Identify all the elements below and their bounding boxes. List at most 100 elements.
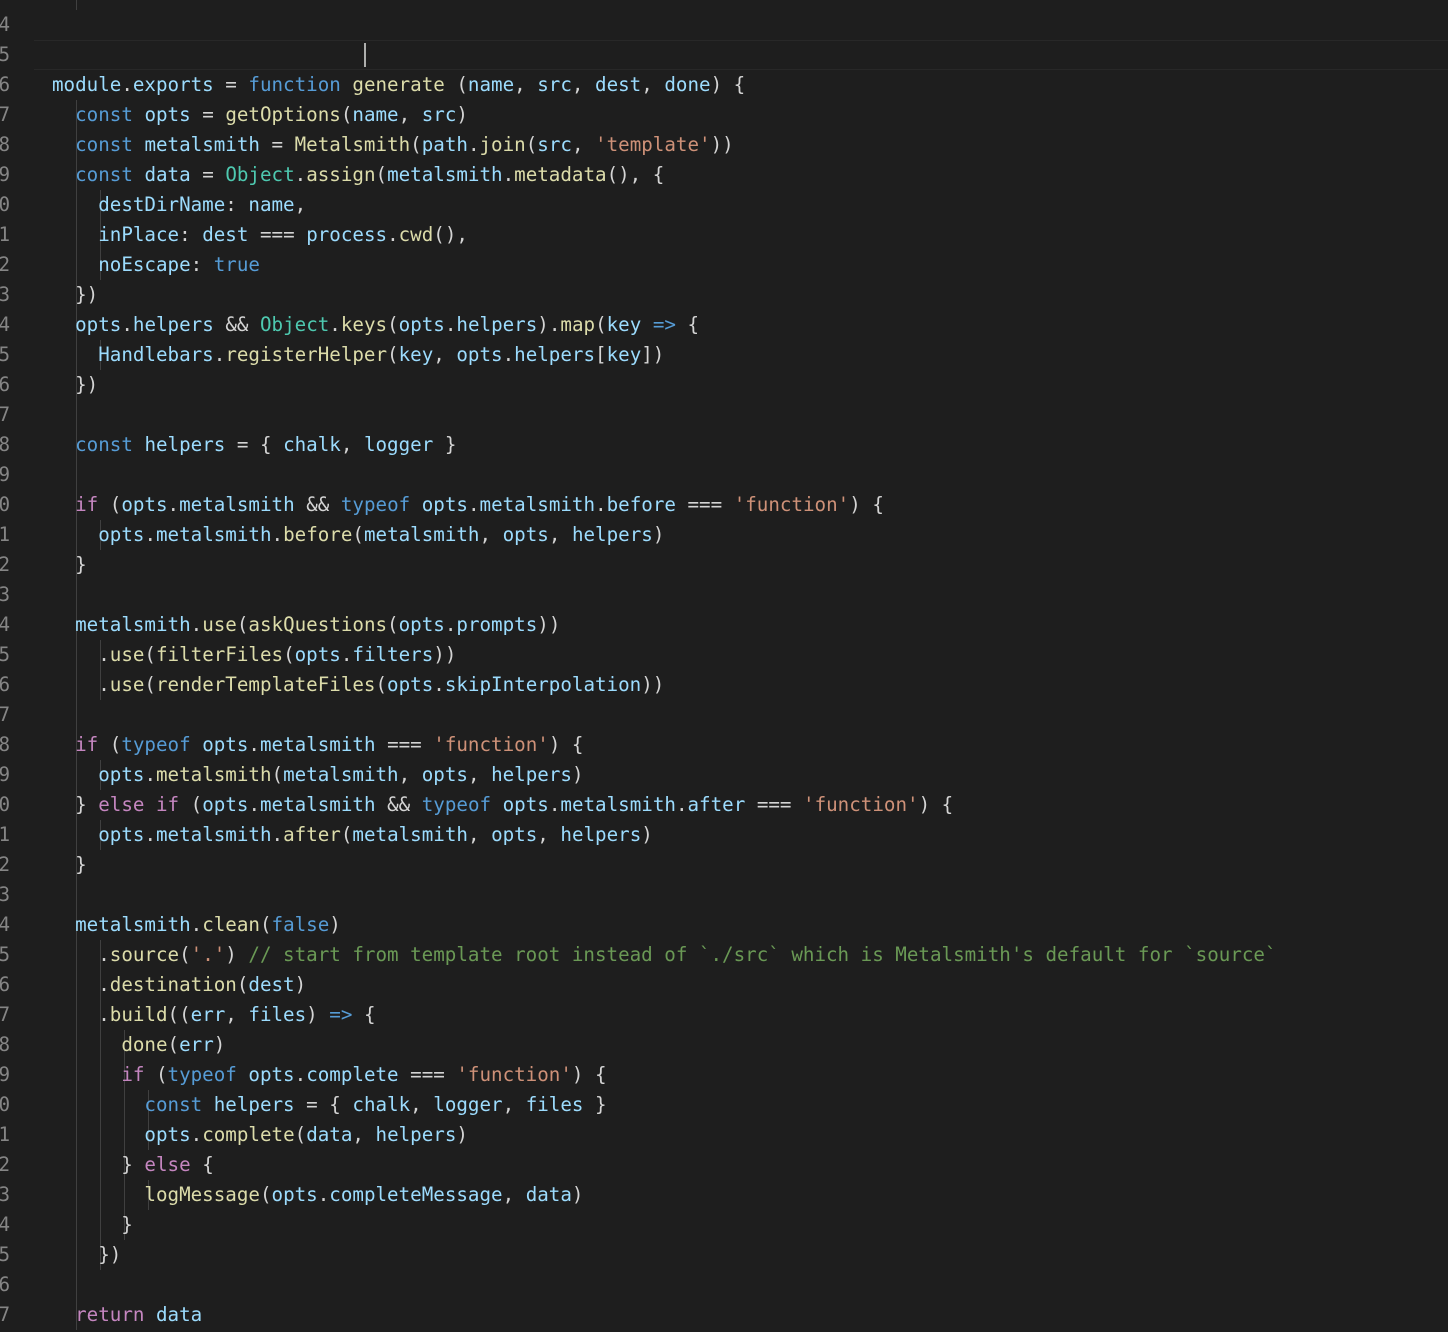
code-token: . xyxy=(502,343,515,366)
code-token: filterFiles xyxy=(155,643,284,666)
code-token: ) xyxy=(652,523,665,546)
code-token: . xyxy=(144,523,156,546)
code-token: opts xyxy=(98,823,145,846)
code-line[interactable]: return data xyxy=(52,1300,202,1330)
code-token: )) xyxy=(710,133,734,156)
code-line[interactable]: const opts = getOptions(name, src) xyxy=(52,100,468,130)
code-token: metalsmith xyxy=(259,733,376,756)
code-token: } xyxy=(433,433,457,456)
code-line[interactable]: } xyxy=(52,550,87,580)
code-token: metalsmith xyxy=(156,763,272,786)
code-token: cwd xyxy=(398,223,434,246)
code-token: . xyxy=(52,673,110,696)
code-token: . xyxy=(190,613,203,636)
code-line[interactable]: opts.complete(data, helpers) xyxy=(52,1120,468,1150)
code-token: complete xyxy=(202,1123,295,1146)
code-token: opts xyxy=(398,313,445,336)
code-token: metalsmith xyxy=(179,493,295,516)
code-line[interactable]: if (opts.metalsmith && typeof opts.metal… xyxy=(52,490,884,520)
code-token: else xyxy=(98,793,145,816)
code-token: ( xyxy=(167,1033,180,1056)
code-line[interactable]: destDirName: name, xyxy=(52,190,306,220)
code-token: ) xyxy=(641,823,653,846)
code-line[interactable]: opts.metalsmith(metalsmith, opts, helper… xyxy=(52,760,583,790)
code-line[interactable]: .destination(dest) xyxy=(52,970,306,1000)
code-editor[interactable]: 4567890123456789012345678901234567890123… xyxy=(0,0,1448,1332)
code-line[interactable]: Handlebars.registerHelper(key, opts.help… xyxy=(52,340,664,370)
code-token: process xyxy=(306,223,388,246)
code-token: } xyxy=(52,793,99,816)
code-line[interactable]: if (typeof opts.metalsmith === 'function… xyxy=(52,730,583,760)
code-token: helpers xyxy=(571,523,653,546)
code-line[interactable]: } xyxy=(52,1210,133,1240)
code-token: = { xyxy=(294,1093,353,1116)
code-token: src xyxy=(537,133,572,156)
code-area[interactable]: module.exports = function generate (name… xyxy=(0,0,1448,1332)
code-line[interactable]: }) xyxy=(52,280,98,310)
code-token: metalsmith xyxy=(156,523,272,546)
code-token: }) xyxy=(52,1243,122,1266)
code-line[interactable]: } xyxy=(52,850,87,880)
code-line[interactable]: }) xyxy=(52,370,98,400)
code-line[interactable]: done(err) xyxy=(52,1030,225,1060)
code-token: typeof xyxy=(121,733,191,756)
code-token: . xyxy=(248,733,260,756)
code-token: metalsmith xyxy=(75,913,191,936)
code-token: => xyxy=(652,313,676,336)
code-token: . xyxy=(548,793,561,816)
code-line[interactable]: logMessage(opts.completeMessage, data) xyxy=(52,1180,583,1210)
code-line[interactable]: metalsmith.use(askQuestions(opts.prompts… xyxy=(52,610,560,640)
code-line[interactable]: .use(filterFiles(opts.filters)) xyxy=(52,640,456,670)
code-line[interactable]: .build((err, files) => { xyxy=(52,1000,375,1030)
code-line[interactable]: } else { xyxy=(52,1150,213,1180)
code-line[interactable]: module.exports = function generate (name… xyxy=(52,70,745,100)
code-token: } xyxy=(52,853,87,876)
code-line[interactable]: }) xyxy=(52,1240,121,1270)
code-line[interactable]: .use(renderTemplateFiles(opts.skipInterp… xyxy=(52,670,664,700)
code-token: files xyxy=(248,1003,307,1026)
code-token: ) { xyxy=(849,493,884,516)
code-token: )) xyxy=(641,673,665,696)
code-token: . xyxy=(144,763,156,786)
code-line[interactable]: noEscape: true xyxy=(52,250,260,280)
code-line[interactable]: opts.metalsmith.before(metalsmith, opts,… xyxy=(52,520,664,550)
code-token: && xyxy=(213,313,260,336)
code-token: metalsmith xyxy=(387,163,503,186)
code-token: ( xyxy=(259,1183,272,1206)
code-token: const xyxy=(75,103,133,126)
code-line[interactable]: if (typeof opts.complete === 'function')… xyxy=(52,1060,606,1090)
code-token: , xyxy=(294,193,307,216)
code-line[interactable]: const helpers = { chalk, logger, files } xyxy=(52,1090,606,1120)
code-line[interactable]: inPlace: dest === process.cwd(), xyxy=(52,220,468,250)
code-token: , xyxy=(225,1003,249,1026)
code-token: , xyxy=(467,823,492,846)
code-line[interactable]: opts.helpers && Object.keys(opts.helpers… xyxy=(52,310,699,340)
code-token: , xyxy=(340,433,364,456)
code-token: chalk xyxy=(283,433,341,456)
code-line[interactable]: } else if (opts.metalsmith && typeof opt… xyxy=(52,790,953,820)
code-line[interactable]: opts.metalsmith.after(metalsmith, opts, … xyxy=(52,820,653,850)
code-token: metalsmith xyxy=(260,793,376,816)
code-token: }) xyxy=(52,373,99,396)
code-token: done xyxy=(121,1033,168,1056)
code-token: ) xyxy=(294,973,307,996)
code-token: map xyxy=(560,313,596,336)
code-line[interactable]: const data = Object.assign(metalsmith.me… xyxy=(52,160,664,190)
code-line[interactable]: const helpers = { chalk, logger } xyxy=(52,430,456,460)
code-token: = xyxy=(259,133,295,156)
code-token: . xyxy=(190,1123,203,1146)
code-line[interactable]: const metalsmith = Metalsmith(path.join(… xyxy=(52,130,734,160)
code-line[interactable]: .source('.') // start from template root… xyxy=(52,940,1276,970)
code-line[interactable]: metalsmith.clean(false) xyxy=(52,910,341,940)
